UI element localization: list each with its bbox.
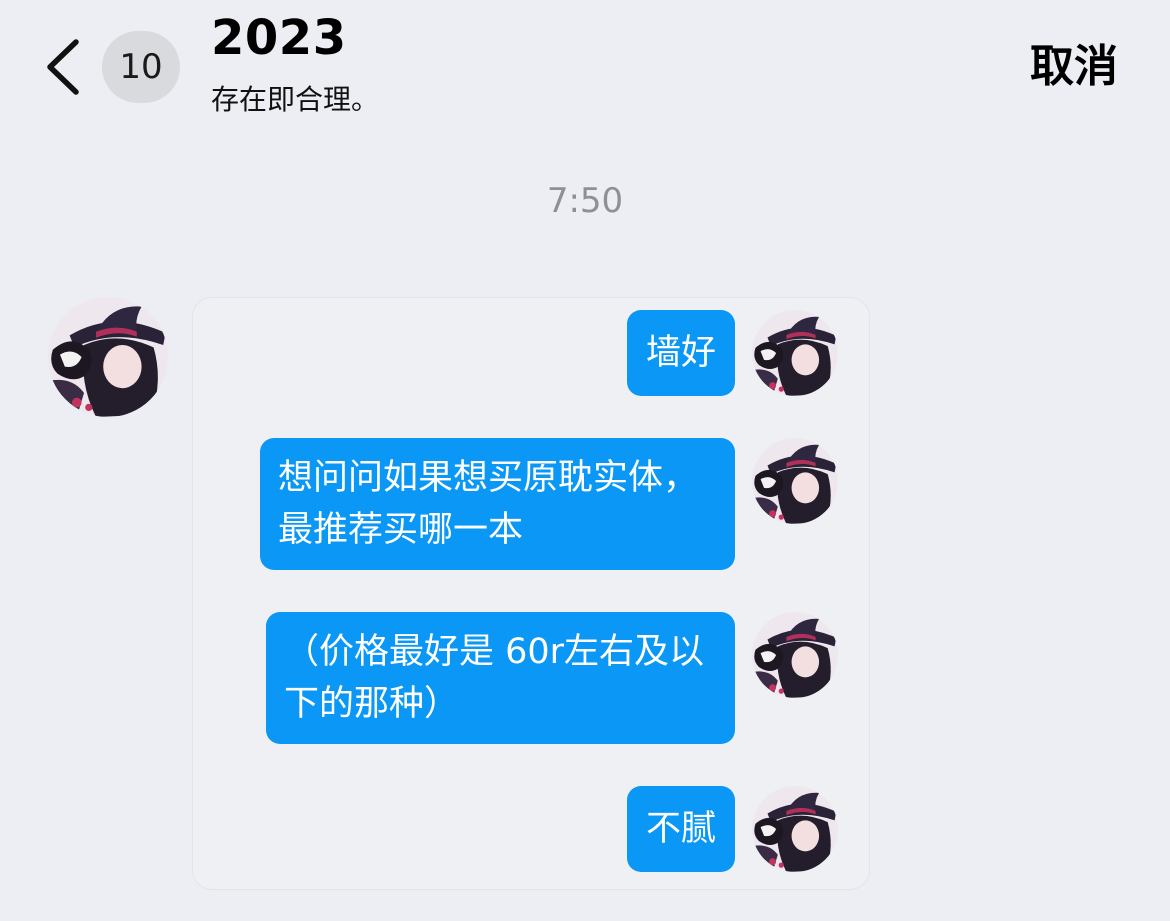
- forwarded-chat-card[interactable]: 墙好 想问问如果想买原耽实体， 最推荐买哪一本 （价格最好是 60r左右及以 下…: [192, 297, 870, 890]
- message-text: 想问问如果想买原耽实体， 最推荐买哪一本: [278, 458, 699, 550]
- avatar-image: [48, 297, 168, 417]
- message-bubble[interactable]: （价格最好是 60r左右及以 下的那种）: [266, 612, 735, 744]
- chat-subtitle: 存在即合理。: [211, 83, 380, 116]
- chat-title: 2023: [211, 10, 347, 66]
- message-avatar: [752, 786, 838, 872]
- message-bubble[interactable]: 不腻: [627, 786, 735, 872]
- cancel-button[interactable]: 取消: [1030, 38, 1118, 96]
- message-text: （价格最好是 60r左右及以 下的那种）: [284, 632, 705, 724]
- sender-avatar[interactable]: [48, 297, 168, 417]
- message-bubble[interactable]: 墙好: [627, 310, 735, 396]
- message-text: 不腻: [645, 809, 716, 849]
- back-button[interactable]: [40, 38, 88, 96]
- chat-forward-view: 10 2023 存在即合理。 取消 7:50 墙好 想问问如果想买原耽实体， 最…: [0, 0, 1170, 921]
- unread-count-badge[interactable]: 10: [102, 31, 180, 103]
- message-timestamp: 7:50: [546, 181, 624, 221]
- message-text: 墙好: [645, 333, 716, 373]
- message-avatar: [752, 310, 838, 396]
- message-avatar: [752, 612, 838, 698]
- message-avatar: [752, 438, 838, 524]
- chevron-left-icon: [47, 39, 79, 95]
- message-bubble[interactable]: 想问问如果想买原耽实体， 最推荐买哪一本: [260, 438, 735, 570]
